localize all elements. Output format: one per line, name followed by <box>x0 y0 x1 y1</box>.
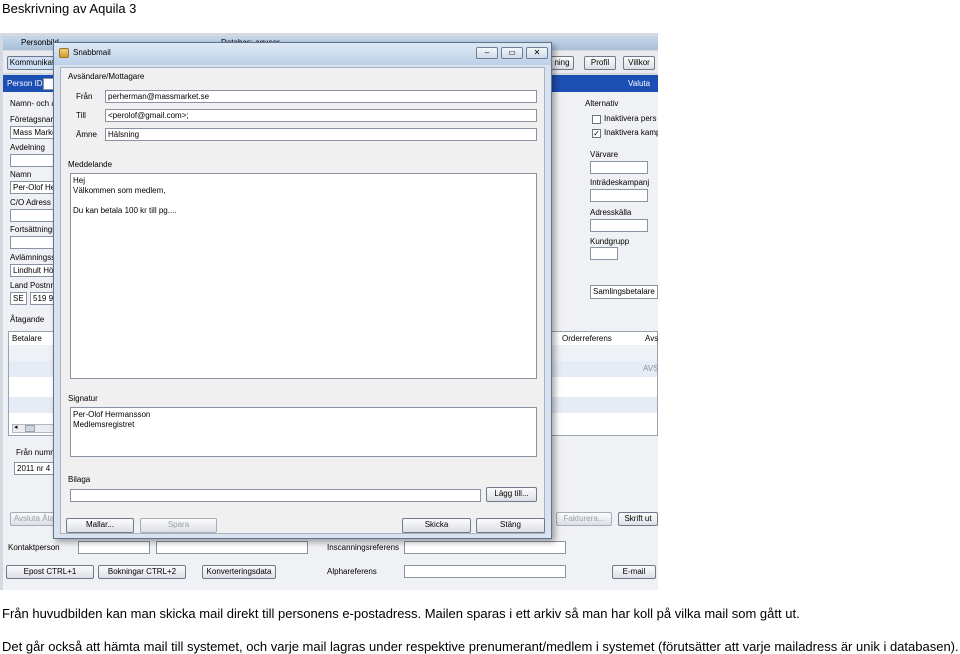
to-label: Till <box>76 111 86 120</box>
scroll-thumb[interactable] <box>25 425 35 432</box>
recruiter-label: Värvare <box>590 150 619 159</box>
customer-group-field[interactable] <box>590 247 618 260</box>
scan-reference-label: Inscanningsreferens <box>327 543 400 552</box>
email-button[interactable]: E-mail <box>612 565 656 579</box>
screenshot: Personbild Databas: aquser Kommunikat ni… <box>0 33 658 590</box>
close-icon[interactable]: ✕ <box>526 47 548 59</box>
department-field[interactable] <box>10 154 54 167</box>
to-field[interactable]: <perolof@gmail.com>; <box>105 109 537 122</box>
send-button[interactable]: Skicka <box>402 518 471 533</box>
from-number-label: Från numm <box>16 448 57 457</box>
list-header-order-ref[interactable]: Orderreferens <box>562 334 612 344</box>
address-source-label: Adresskälla <box>590 208 632 217</box>
currency-label: Valuta <box>628 79 651 88</box>
subject-field[interactable]: Hälsning <box>105 128 537 141</box>
dialog-title-bar: Snabbmail – ▭ ✕ <box>54 43 551 65</box>
alpha-reference-label: Alphareferens <box>327 567 377 576</box>
signature-group: Signatur <box>68 394 98 403</box>
co-address-field[interactable] <box>10 209 54 222</box>
address-source-field[interactable] <box>590 219 648 232</box>
list-row-avs: AVS <box>643 364 658 373</box>
dialog-title: Snabbmail <box>73 48 111 57</box>
country-postcode-label: Land Postnr <box>10 281 54 290</box>
contact-person-field-2[interactable] <box>156 541 308 554</box>
contact-person-label: Kontaktperson <box>8 543 60 552</box>
deactivate-person-label: Inaktivera pers <box>604 114 657 123</box>
signature-textarea[interactable]: Per-Olof Hermansson Medlemsregistret <box>70 407 537 457</box>
scroll-left-icon[interactable]: ◂ <box>14 423 18 431</box>
document-paragraph-2: Det går också att hämta mail till system… <box>2 639 959 654</box>
delivery-field[interactable]: Lindhult Höj <box>10 264 54 277</box>
toolbar-conditions-button[interactable]: Villkor <box>623 56 655 70</box>
name-field[interactable]: Per-Olof Her <box>10 181 54 194</box>
recruiter-field[interactable] <box>590 161 648 174</box>
alternatives-group: Alternativ <box>585 99 619 108</box>
continuation-field[interactable] <box>10 236 54 249</box>
postcode-field[interactable]: 519 9 <box>30 292 54 305</box>
invoice-button[interactable]: Fakturera... <box>556 512 612 526</box>
mail-app-icon <box>59 48 69 58</box>
print-button[interactable]: Skrift ut <box>618 512 658 526</box>
toolbar-communication-button[interactable]: Kommunikat <box>7 56 57 70</box>
continuation-label: Fortsättnings <box>10 225 57 234</box>
end-commitment-button[interactable]: Avsluta Åta <box>10 512 58 526</box>
department-label: Avdelning <box>10 143 45 152</box>
delivery-label: Avlämningss <box>10 253 56 262</box>
dialog-content: Avsändare/Mottagare Från perherman@massm… <box>60 67 545 534</box>
company-label: Företagsnam <box>10 115 58 124</box>
attachment-field[interactable] <box>70 489 481 502</box>
co-address-label: C/O Adress <box>10 198 51 207</box>
toolbar-ning-button[interactable]: ning <box>550 56 574 70</box>
document-paragraph-1: Från huvudbilden kan man skicka mail dir… <box>2 606 800 621</box>
message-group: Meddelande <box>68 160 113 169</box>
close-button[interactable]: Stäng <box>476 518 545 533</box>
toolbar-profile-button[interactable]: Profil <box>584 56 616 70</box>
message-textarea[interactable]: Hej Välkommen som medlem, Du kan betala … <box>70 173 537 379</box>
customer-group-label: Kundgrupp <box>590 237 630 246</box>
contact-person-field[interactable] <box>78 541 150 554</box>
country-field[interactable]: SE <box>10 292 27 305</box>
save-button[interactable]: Spara <box>140 518 217 533</box>
bookings-ctrl2-button[interactable]: Bokningar CTRL+2 <box>98 565 186 579</box>
add-attachment-button[interactable]: Lägg till... <box>486 487 537 502</box>
templates-button[interactable]: Mallar... <box>66 518 134 533</box>
list-header-avs[interactable]: Avs <box>645 334 658 344</box>
name-label: Namn <box>10 170 32 179</box>
person-id-label: Person ID <box>7 79 43 88</box>
maximize-icon[interactable]: ▭ <box>501 47 523 59</box>
horizontal-scrollbar[interactable]: ◂ <box>12 424 54 433</box>
list-header-payer[interactable]: Betalare <box>12 334 42 344</box>
from-number-field[interactable]: 2011 nr 4 <box>14 462 54 475</box>
from-label: Från <box>76 92 93 101</box>
subject-label: Ämne <box>76 130 97 139</box>
conversion-data-button[interactable]: Konverteringsdata <box>202 565 276 579</box>
name-address-label: Namn- och a <box>10 99 56 108</box>
alpha-reference-field[interactable] <box>404 565 566 578</box>
entry-campaign-field[interactable] <box>590 189 648 202</box>
from-field[interactable]: perherman@massmarket.se <box>105 90 537 103</box>
deactivate-campaign-checkbox[interactable]: ✓ <box>592 129 601 138</box>
deactivate-campaign-label: Inaktivera kamp <box>604 128 658 137</box>
company-field[interactable]: Mass Marke <box>10 126 54 139</box>
payment-type-select[interactable]: Samlingsbetalare <box>590 285 658 299</box>
entry-campaign-label: Inträdeskampanj <box>590 178 650 187</box>
sender-recipient-group: Avsändare/Mottagare <box>68 72 145 81</box>
attachment-group: Bilaga <box>68 475 91 484</box>
commitment-label: Åtagande <box>10 315 45 324</box>
deactivate-person-checkbox[interactable] <box>592 115 601 124</box>
scan-reference-field[interactable] <box>404 541 566 554</box>
minimize-icon[interactable]: – <box>476 47 498 59</box>
quick-mail-dialog: Snabbmail – ▭ ✕ Avsändare/Mottagare Från… <box>53 42 552 539</box>
email-ctrl1-button[interactable]: Epost CTRL+1 <box>6 565 94 579</box>
document-heading: Beskrivning av Aquila 3 <box>2 1 137 16</box>
